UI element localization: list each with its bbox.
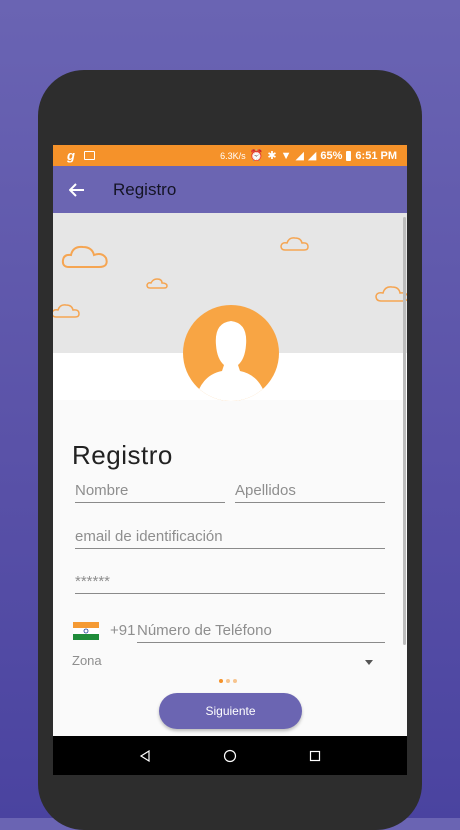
chevron-down-icon[interactable] — [365, 660, 373, 665]
nav-back-icon[interactable] — [135, 746, 155, 766]
nav-home-icon[interactable] — [220, 746, 240, 766]
page-indicator — [219, 679, 237, 683]
alarm-icon: ⏰ — [249, 150, 264, 162]
cloud-icon — [53, 304, 80, 318]
india-flag-icon[interactable] — [73, 622, 99, 640]
last-name-field[interactable]: Apellidos — [235, 480, 385, 503]
phone-field[interactable]: Número de Teléfono — [137, 620, 385, 643]
arrow-back-icon[interactable] — [53, 166, 101, 213]
signal-icon: ◢ — [307, 150, 317, 162]
first-name-field[interactable]: Nombre — [75, 480, 225, 503]
system-nav-bar — [53, 736, 407, 775]
page-dot — [226, 679, 230, 683]
next-button[interactable]: Siguiente — [159, 693, 302, 729]
page-dot-active — [219, 679, 223, 683]
page-dot — [233, 679, 237, 683]
cloud-icon — [61, 245, 108, 268]
network-speed: 6.3K/s — [220, 150, 246, 161]
app-bar: Registro — [53, 166, 407, 213]
app-screen: g 6.3K/s ⏰ ✱ ▼ ◢ ◢ 65% 6:51 PM Registro — [53, 145, 407, 775]
status-bar: g 6.3K/s ⏰ ✱ ▼ ◢ ◢ 65% 6:51 PM — [53, 145, 407, 166]
battery-percent: 65% — [320, 149, 343, 162]
signal-icon: ◢ — [295, 150, 304, 162]
email-field[interactable]: email de identificación — [75, 526, 385, 549]
battery-icon — [346, 150, 352, 161]
zone-dropdown[interactable]: Zona — [72, 653, 102, 668]
cloud-icon — [146, 278, 168, 289]
app-bar-title: Registro — [113, 179, 177, 199]
scrollbar[interactable] — [403, 217, 406, 645]
bluetooth-icon: ✱ — [267, 150, 277, 162]
profile-avatar-icon[interactable] — [183, 305, 279, 401]
clock: 6:51 PM — [355, 149, 397, 162]
phone-prefix: +91 — [110, 622, 136, 639]
gallery-icon — [83, 151, 95, 160]
password-field[interactable]: ****** — [75, 571, 385, 594]
nav-recents-icon[interactable] — [305, 746, 325, 766]
carrier-icon: g — [67, 148, 75, 163]
wifi-icon: ▼ — [280, 149, 292, 162]
form-heading: Registro — [72, 440, 173, 471]
cloud-icon — [280, 237, 309, 251]
